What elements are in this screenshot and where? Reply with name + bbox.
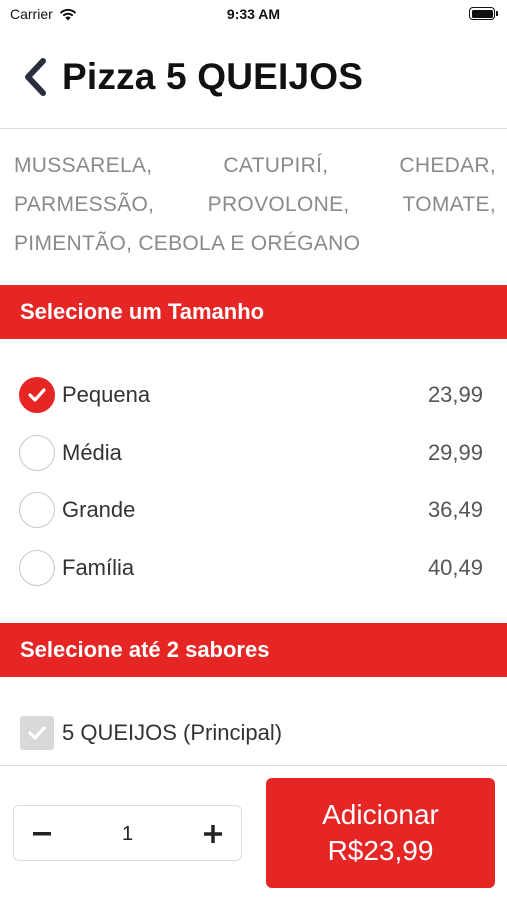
chevron-left-icon xyxy=(25,58,46,96)
size-option-label: Grande xyxy=(62,497,136,522)
radio-unchecked-icon[interactable] xyxy=(19,435,55,471)
add-to-cart-button[interactable]: Adicionar R$23,99 xyxy=(266,778,495,888)
size-option-pequena[interactable]: Pequena 23,99 xyxy=(0,370,507,420)
size-option-familia[interactable]: Família 40,49 xyxy=(0,543,507,593)
status-bar: Carrier 9:33 AM xyxy=(0,0,507,30)
size-option-grande[interactable]: Grande 36,49 xyxy=(0,485,507,535)
battery-icon xyxy=(469,7,498,20)
add-button-label: Adicionar xyxy=(322,799,439,830)
size-section-header: Selecione um Tamanho xyxy=(0,285,507,339)
page-title: Pizza 5 QUEIJOS xyxy=(62,56,364,97)
size-option-price: 40,49 xyxy=(427,555,483,580)
size-option-price: 23,99 xyxy=(427,382,483,407)
checkmark-icon xyxy=(28,388,46,402)
add-button-price: R$23,99 xyxy=(327,835,434,866)
product-description: MUSSARELA, CATUPIRÍ, CHEDAR, PARMESSÃO, … xyxy=(14,154,496,255)
header-divider xyxy=(0,128,507,129)
back-button[interactable] xyxy=(8,44,62,110)
status-time: 9:33 AM xyxy=(226,6,281,22)
decrement-button[interactable] xyxy=(14,806,70,862)
quantity-value: 1 xyxy=(121,823,134,845)
flavor-section-header: Selecione até 2 sabores xyxy=(0,623,507,677)
increment-button[interactable] xyxy=(185,806,241,862)
footer-divider xyxy=(0,765,507,766)
checkbox-checked-disabled-icon[interactable] xyxy=(20,716,54,750)
radio-unchecked-icon[interactable] xyxy=(19,492,55,528)
plus-icon xyxy=(204,825,222,843)
minus-icon xyxy=(33,832,51,836)
size-option-media[interactable]: Média 29,99 xyxy=(0,428,507,478)
quantity-stepper: 1 xyxy=(13,805,242,861)
flavor-section-title: Selecione até 2 sabores xyxy=(20,637,270,662)
nav-header: Pizza 5 QUEIJOS xyxy=(0,44,507,110)
radio-unchecked-icon[interactable] xyxy=(19,550,55,586)
size-option-label: Média xyxy=(62,440,122,465)
size-section-title: Selecione um Tamanho xyxy=(20,299,265,324)
flavor-item[interactable]: 5 QUEIJOS (Principal) xyxy=(0,710,507,756)
size-option-label: Pequena xyxy=(62,382,151,407)
flavor-label: 5 QUEIJOS (Principal) xyxy=(62,720,283,745)
size-option-price: 36,49 xyxy=(427,497,483,522)
size-option-price: 29,99 xyxy=(427,440,483,465)
checkmark-icon xyxy=(28,726,46,740)
size-option-label: Família xyxy=(62,555,135,580)
radio-checked-icon[interactable] xyxy=(19,377,55,413)
